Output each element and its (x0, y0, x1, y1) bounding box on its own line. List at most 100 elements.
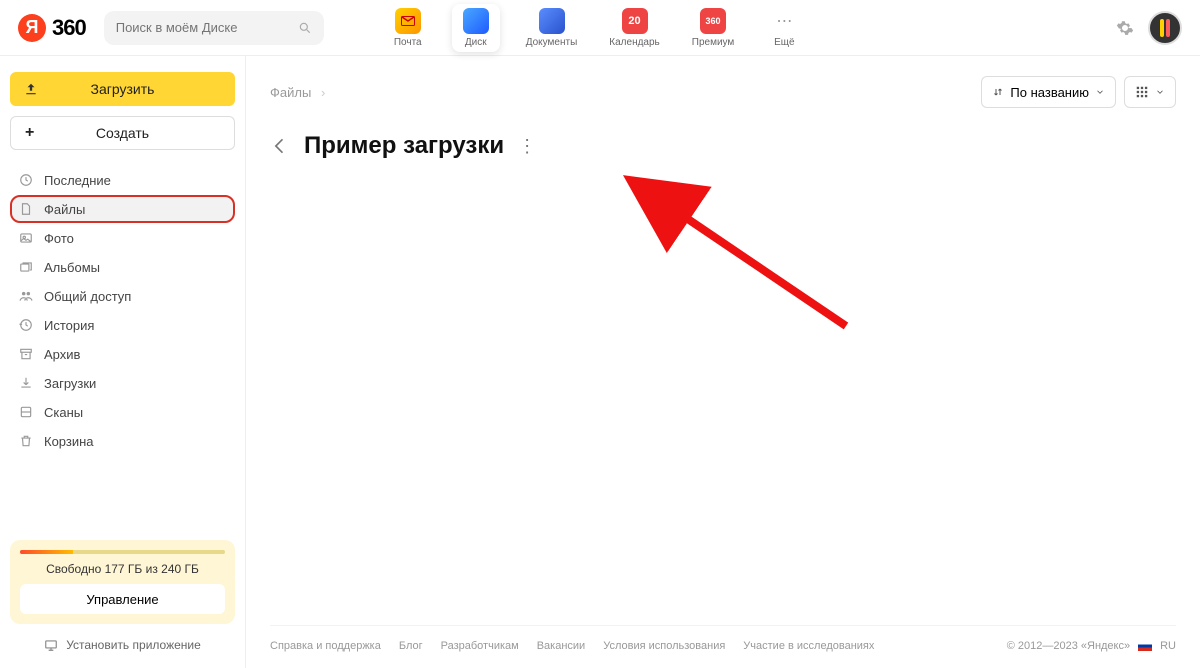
sort-icon (992, 86, 1004, 98)
upload-label: Загрузить (91, 81, 155, 97)
app-more[interactable]: ⋯ Ещё (760, 4, 808, 52)
app-label: Календарь (609, 37, 659, 48)
app-mail[interactable]: Почта (384, 4, 432, 52)
title-row: Пример загрузки ⋮ (270, 132, 1176, 160)
nav-files[interactable]: Файлы (10, 195, 235, 223)
scans-icon (18, 404, 34, 420)
app-label: Документы (526, 37, 578, 48)
storage-progress (20, 550, 225, 554)
nav-label: Файлы (44, 202, 85, 217)
nav-label: Загрузки (44, 376, 96, 391)
app-label: Почта (394, 37, 422, 48)
app-disk[interactable]: Диск (452, 4, 500, 52)
mail-icon (395, 8, 421, 34)
footer-link[interactable]: Справка и поддержка (270, 640, 381, 652)
nav-label: История (44, 318, 94, 333)
breadcrumb-sep: › (321, 85, 325, 100)
footer-link[interactable]: Разработчикам (441, 640, 519, 652)
create-label: Создать (96, 125, 149, 141)
footer-right: © 2012—2023 «Яндекс» RU (1007, 640, 1176, 652)
nav-archive[interactable]: Архив (10, 340, 235, 368)
logo-icon: Я (18, 14, 46, 42)
nav-scans[interactable]: Сканы (10, 398, 235, 426)
grid-icon (1135, 85, 1149, 99)
clock-icon (18, 172, 34, 188)
photo-icon (18, 230, 34, 246)
footer-link[interactable]: Условия использования (603, 640, 725, 652)
more-icon: ⋯ (771, 8, 797, 34)
app-label: Премиум (692, 37, 735, 48)
nav-shared[interactable]: Общий доступ (10, 282, 235, 310)
archive-icon (18, 346, 34, 362)
copyright: © 2012—2023 «Яндекс» (1007, 640, 1130, 652)
sort-button[interactable]: По названию (981, 76, 1116, 108)
sidebar: Загрузить + Создать Последние Файлы Фото… (0, 56, 246, 668)
app-switcher: Почта Диск Документы 20 Календарь 360 Пр… (384, 4, 809, 52)
annotation-arrow (546, 156, 866, 356)
main: Файлы › По названию Пример загрузки ⋮ (246, 56, 1200, 668)
nav-label: Сканы (44, 405, 83, 420)
nav-downloads[interactable]: Загрузки (10, 369, 235, 397)
sidebar-bottom: Свободно 177 ГБ из 240 ГБ Управление Уст… (10, 540, 235, 656)
nav-label: Фото (44, 231, 74, 246)
install-label: Установить приложение (66, 638, 201, 652)
upload-icon (24, 82, 38, 96)
nav-trash[interactable]: Корзина (10, 427, 235, 455)
footer-link[interactable]: Блог (399, 640, 423, 652)
nav-label: Корзина (44, 434, 94, 449)
premium-icon: 360 (700, 8, 726, 34)
manage-button[interactable]: Управление (20, 584, 225, 614)
flag-icon (1138, 641, 1152, 651)
back-button[interactable] (270, 136, 290, 156)
search-icon (298, 21, 312, 35)
app-documents[interactable]: Документы (520, 4, 584, 52)
logo[interactable]: Я 360 (18, 14, 86, 42)
header-right (1116, 11, 1182, 45)
history-icon (18, 317, 34, 333)
upload-button[interactable]: Загрузить (10, 72, 235, 106)
header: Я 360 Почта Диск Документы 20 Календарь … (0, 0, 1200, 56)
file-icon (18, 201, 34, 217)
install-icon (44, 638, 58, 652)
search-input[interactable] (116, 20, 292, 35)
logo-text: 360 (52, 15, 86, 41)
sort-label: По названию (1010, 85, 1089, 100)
topbar: Файлы › По названию (270, 76, 1176, 108)
app-label: Ещё (774, 37, 794, 48)
calendar-icon: 20 (622, 8, 648, 34)
app-calendar[interactable]: 20 Календарь (603, 4, 665, 52)
docs-icon (539, 8, 565, 34)
nav-albums[interactable]: Альбомы (10, 253, 235, 281)
install-app-link[interactable]: Установить приложение (10, 634, 235, 656)
nav-photo[interactable]: Фото (10, 224, 235, 252)
more-actions[interactable]: ⋮ (518, 136, 537, 157)
disk-icon (463, 8, 489, 34)
plus-icon: + (25, 124, 34, 142)
storage-text: Свободно 177 ГБ из 240 ГБ (20, 562, 225, 576)
app-premium[interactable]: 360 Премиум (686, 4, 741, 52)
search-box[interactable] (104, 11, 324, 45)
breadcrumb-root[interactable]: Файлы (270, 85, 311, 100)
share-icon (18, 288, 34, 304)
nav-recent[interactable]: Последние (10, 166, 235, 194)
nav-label: Общий доступ (44, 289, 131, 304)
footer-link[interactable]: Участие в исследованиях (743, 640, 874, 652)
avatar[interactable] (1148, 11, 1182, 45)
albums-icon (18, 259, 34, 275)
nav-label: Архив (44, 347, 80, 362)
trash-icon (18, 433, 34, 449)
nav-label: Альбомы (44, 260, 100, 275)
download-icon (18, 375, 34, 391)
view-toggle[interactable] (1124, 76, 1176, 108)
nav-list: Последние Файлы Фото Альбомы Общий досту… (10, 166, 235, 456)
settings-icon[interactable] (1116, 19, 1134, 37)
chevron-down-icon (1155, 87, 1165, 97)
nav-history[interactable]: История (10, 311, 235, 339)
page-title: Пример загрузки (304, 132, 504, 160)
body: Загрузить + Создать Последние Файлы Фото… (0, 56, 1200, 668)
create-button[interactable]: + Создать (10, 116, 235, 150)
lang[interactable]: RU (1160, 640, 1176, 652)
footer-link[interactable]: Вакансии (537, 640, 586, 652)
breadcrumb[interactable]: Файлы › (270, 85, 331, 100)
storage-box: Свободно 177 ГБ из 240 ГБ Управление (10, 540, 235, 624)
